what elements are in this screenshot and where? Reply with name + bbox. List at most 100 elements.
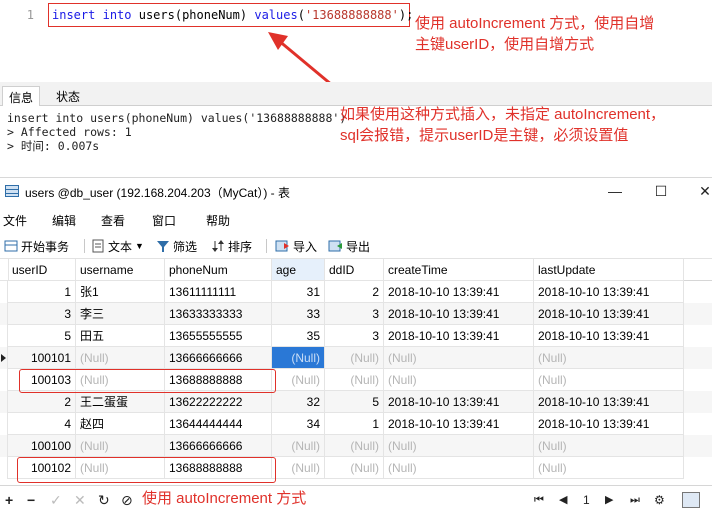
row-selector[interactable] <box>0 391 8 413</box>
column-header-userid[interactable]: userID <box>8 259 76 281</box>
refresh-icon[interactable]: ↻ <box>98 492 110 508</box>
cell-lastupdate[interactable]: (Null) <box>534 457 684 479</box>
column-header-ddid[interactable]: ddID <box>325 259 384 281</box>
cell-ddid[interactable]: 3 <box>325 325 384 347</box>
cell-phonenum[interactable]: 13666666666 <box>165 347 272 369</box>
cell-age[interactable]: (Null) <box>272 457 325 479</box>
table-row[interactable]: 100101 (Null) 13666666666 (Null) (Null) (Null… <box>0 347 712 369</box>
cell-username[interactable]: 李三 <box>76 303 165 325</box>
cell-username[interactable]: (Null) <box>76 435 165 457</box>
cell-username[interactable]: 张1 <box>76 281 165 303</box>
cell-ddid[interactable]: (Null) <box>325 347 384 369</box>
cell-createtime[interactable]: (Null) <box>384 369 534 391</box>
settings-icon[interactable]: ⚙ <box>654 492 665 508</box>
cell-age[interactable]: 32 <box>272 391 325 413</box>
cell-username[interactable]: 田五 <box>76 325 165 347</box>
import-button[interactable]: 导入 <box>275 237 317 255</box>
cell-lastupdate[interactable]: 2018-10-10 13:39:41 <box>534 413 684 435</box>
cell-ddid[interactable]: (Null) <box>325 369 384 391</box>
cell-createtime[interactable]: (Null) <box>384 347 534 369</box>
row-selector[interactable] <box>0 325 8 347</box>
cell-createtime[interactable]: (Null) <box>384 435 534 457</box>
cell-userid[interactable]: 2 <box>8 391 76 413</box>
cell-age[interactable]: 35 <box>272 325 325 347</box>
page-number[interactable]: 1 <box>583 492 590 508</box>
next-page-icon[interactable]: ▶ <box>605 492 613 508</box>
cell-age[interactable]: 31 <box>272 281 325 303</box>
table-row[interactable]: 3 李三 13633333333 33 3 2018-10-10 13:39:41 2018… <box>0 303 712 325</box>
column-header-username[interactable]: username <box>76 259 165 281</box>
table-row[interactable]: 2 王二蛋蛋 13622222222 32 5 2018-10-10 13:39:41 20… <box>0 391 712 413</box>
menu-view[interactable]: 查看 <box>101 212 125 229</box>
cell-lastupdate[interactable]: (Null) <box>534 369 684 391</box>
cell-createtime[interactable]: 2018-10-10 13:39:41 <box>384 303 534 325</box>
menu-help[interactable]: 帮助 <box>206 212 230 229</box>
minimize-icon[interactable]: — <box>605 182 625 200</box>
close-icon[interactable]: ✕ <box>695 182 712 200</box>
cell-phonenum[interactable]: 13666666666 <box>165 435 272 457</box>
row-selector[interactable] <box>0 413 8 435</box>
cell-phonenum[interactable]: 13611111111 <box>165 281 272 303</box>
cell-lastupdate[interactable]: 2018-10-10 13:39:41 <box>534 281 684 303</box>
cell-lastupdate[interactable]: 2018-10-10 13:39:41 <box>534 325 684 347</box>
cell-lastupdate[interactable]: 2018-10-10 13:39:41 <box>534 391 684 413</box>
cell-lastupdate[interactable]: (Null) <box>534 435 684 457</box>
table-row[interactable]: 100100 (Null) 13666666666 (Null) (Null) (Null… <box>0 435 712 457</box>
sql-statement[interactable]: insert into users(phoneNum) values('1368… <box>52 8 413 22</box>
last-page-icon[interactable]: ⏭ <box>630 492 640 508</box>
cell-userid[interactable]: 100101 <box>8 347 76 369</box>
cell-ddid[interactable]: 2 <box>325 281 384 303</box>
cell-phonenum[interactable]: 13644444444 <box>165 413 272 435</box>
cell-username[interactable]: (Null) <box>76 347 165 369</box>
stop-icon[interactable]: ⊘ <box>121 492 133 508</box>
menu-edit[interactable]: 编辑 <box>52 212 76 229</box>
cell-userid[interactable]: 100100 <box>8 435 76 457</box>
row-selector[interactable] <box>0 303 8 325</box>
previous-page-icon[interactable]: ◀ <box>559 492 567 508</box>
row-selector[interactable] <box>0 281 8 303</box>
cell-userid[interactable]: 3 <box>8 303 76 325</box>
row-selector[interactable] <box>0 369 8 391</box>
cell-age[interactable]: (Null) <box>272 347 325 369</box>
row-selector[interactable] <box>0 347 8 369</box>
maximize-icon[interactable]: ☐ <box>651 182 671 200</box>
cell-username[interactable]: 王二蛋蛋 <box>76 391 165 413</box>
cell-age[interactable]: (Null) <box>272 435 325 457</box>
table-row[interactable]: 5 田五 13655555555 35 3 2018-10-10 13:39:41 2018… <box>0 325 712 347</box>
cell-ddid[interactable]: 5 <box>325 391 384 413</box>
table-row[interactable]: 1 张1 13611111111 31 2 2018-10-10 13:39:41 2018… <box>0 281 712 303</box>
cell-phonenum[interactable]: 13622222222 <box>165 391 272 413</box>
cell-userid[interactable]: 5 <box>8 325 76 347</box>
sort-button[interactable]: 排序 <box>211 237 252 255</box>
cell-lastupdate[interactable]: 2018-10-10 13:39:41 <box>534 303 684 325</box>
row-selector[interactable] <box>0 435 8 457</box>
cell-ddid[interactable]: 1 <box>325 413 384 435</box>
begin-transaction-button[interactable]: 开始事务 <box>4 237 69 255</box>
export-button[interactable]: 导出 <box>328 237 370 255</box>
cell-phonenum[interactable]: 13633333333 <box>165 303 272 325</box>
cell-createtime[interactable]: 2018-10-10 13:39:41 <box>384 281 534 303</box>
table-row[interactable]: 4 赵四 13644444444 34 1 2018-10-10 13:39:41 2018… <box>0 413 712 435</box>
grid-view-icon[interactable] <box>682 492 700 508</box>
menu-file[interactable]: 文件 <box>3 212 27 229</box>
cell-age[interactable]: (Null) <box>272 369 325 391</box>
cell-createtime[interactable]: (Null) <box>384 457 534 479</box>
column-header-lastupdate[interactable]: lastUpdate <box>534 259 684 281</box>
cell-lastupdate[interactable]: (Null) <box>534 347 684 369</box>
cell-ddid[interactable]: (Null) <box>325 457 384 479</box>
cell-userid[interactable]: 4 <box>8 413 76 435</box>
cell-age[interactable]: 34 <box>272 413 325 435</box>
cell-age[interactable]: 33 <box>272 303 325 325</box>
text-view-button[interactable]: 文本 ▼ <box>92 237 144 255</box>
cell-ddid[interactable]: 3 <box>325 303 384 325</box>
add-record-icon[interactable]: + <box>5 492 13 508</box>
first-page-icon[interactable]: ⏮ <box>534 492 544 508</box>
cell-createtime[interactable]: 2018-10-10 13:39:41 <box>384 325 534 347</box>
cell-phonenum[interactable]: 13655555555 <box>165 325 272 347</box>
cell-username[interactable]: 赵四 <box>76 413 165 435</box>
column-header-age[interactable]: age <box>272 259 325 281</box>
apply-changes-icon[interactable]: ✓ <box>50 492 62 508</box>
row-selector[interactable] <box>0 457 8 479</box>
column-header-createtime[interactable]: createTime <box>384 259 534 281</box>
cell-createtime[interactable]: 2018-10-10 13:39:41 <box>384 391 534 413</box>
